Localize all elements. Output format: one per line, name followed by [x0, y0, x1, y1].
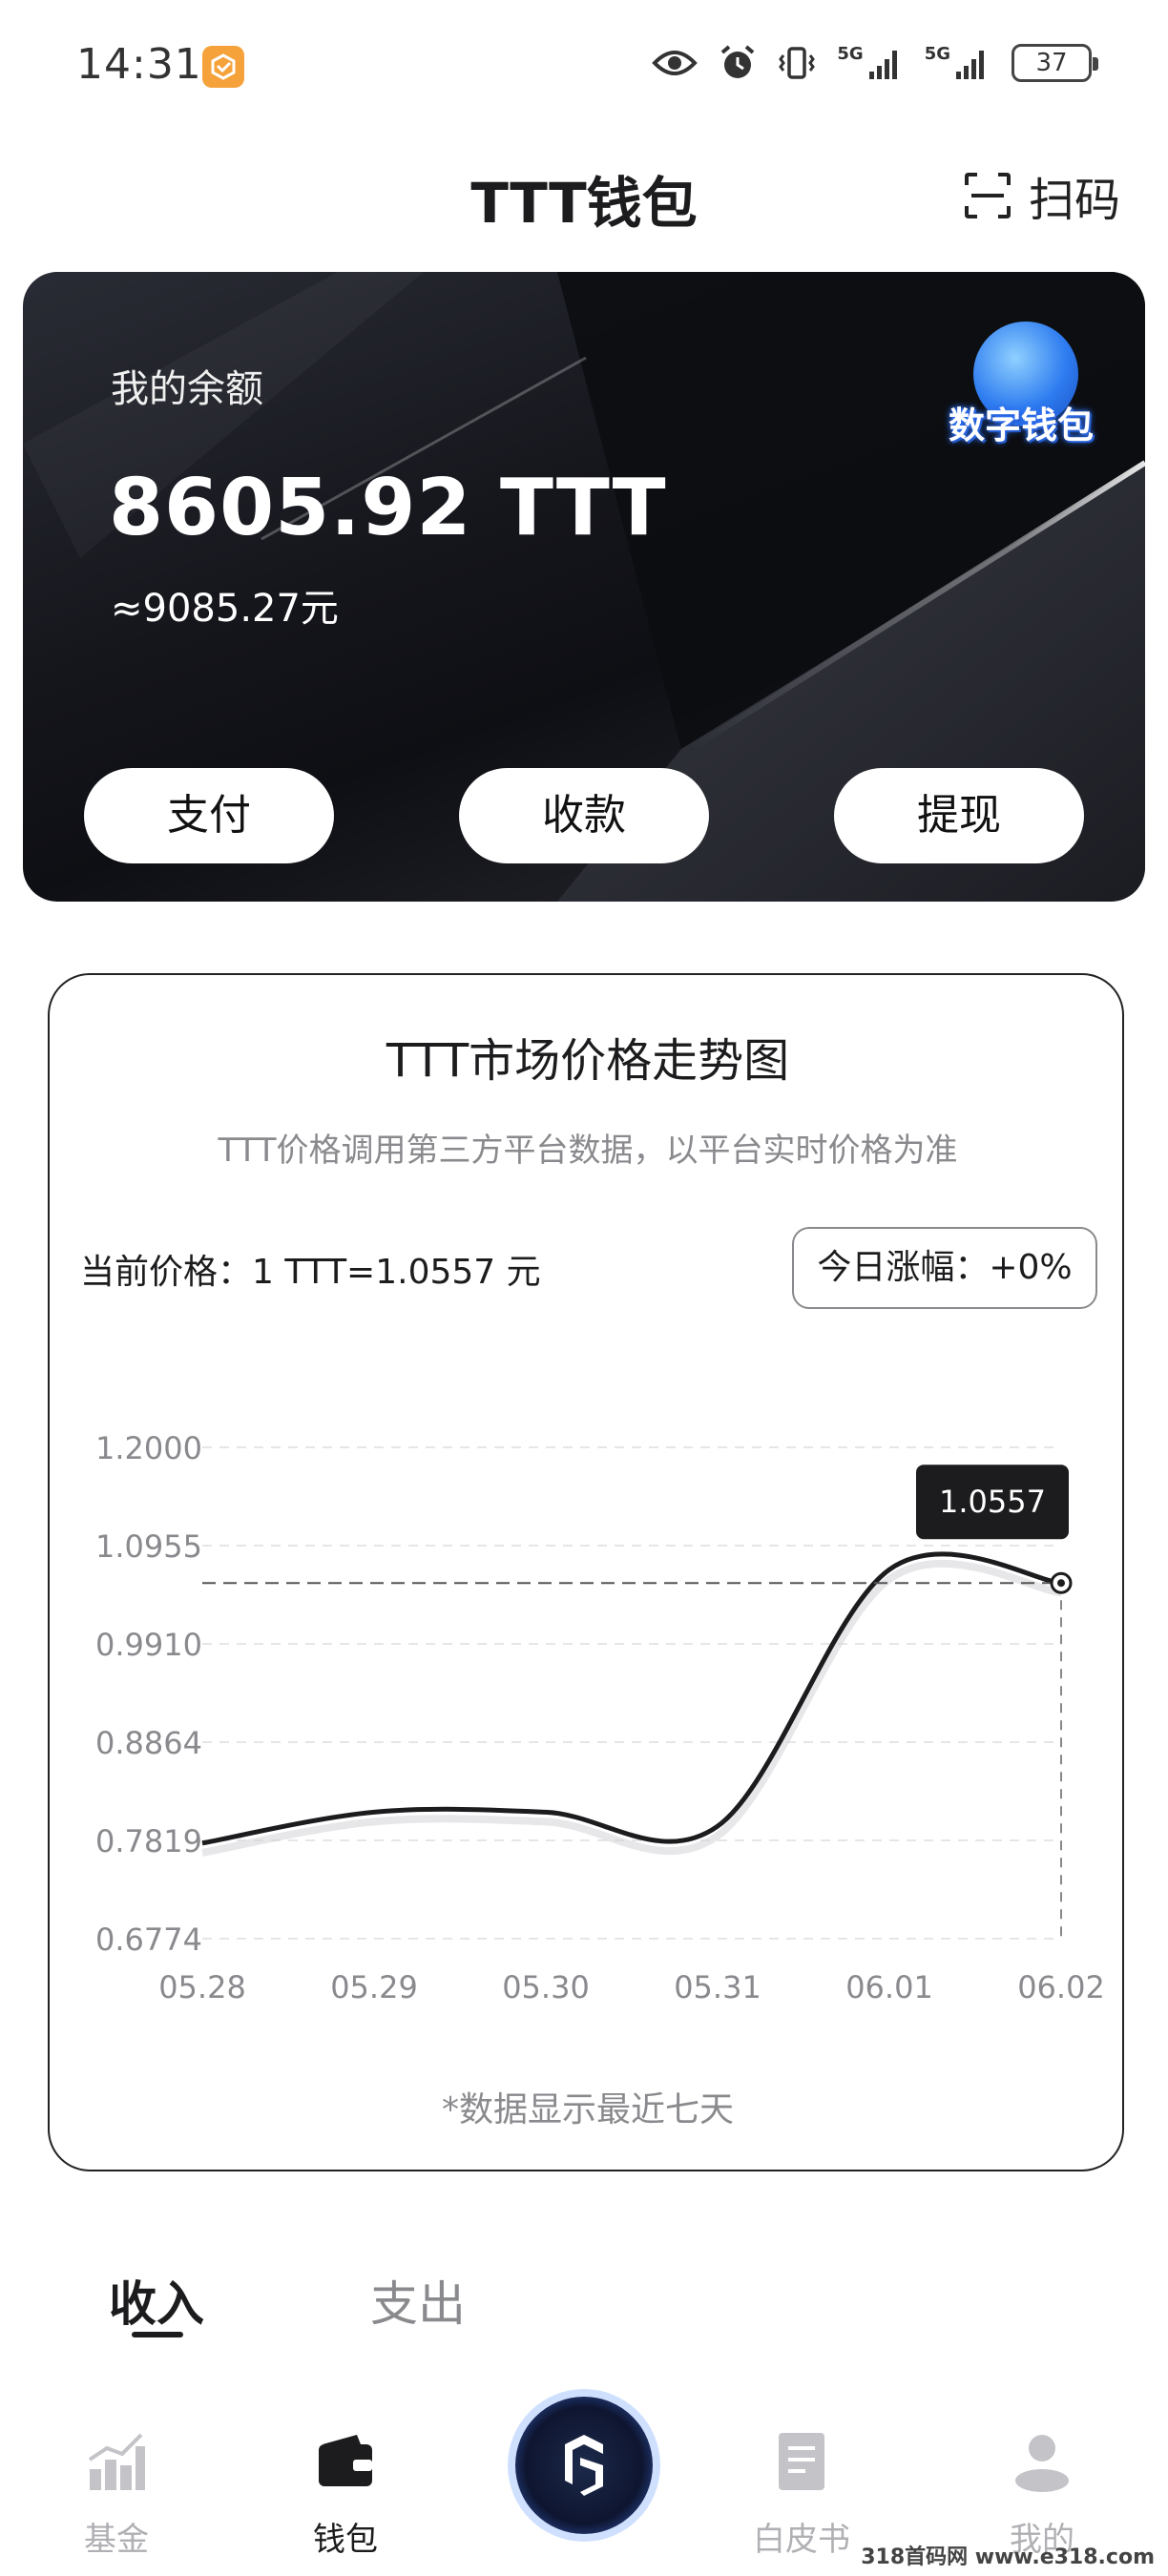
y-tick-label: 0.7819 — [95, 1823, 202, 1859]
notification-app-icon — [202, 46, 244, 88]
pay-button[interactable]: 支付 — [84, 768, 334, 863]
series-line — [201, 1551, 1062, 1846]
y-tick-label: 0.6774 — [95, 1922, 202, 1958]
receive-button[interactable]: 收款 — [459, 768, 709, 863]
watermark-text: 318首码网 www.e318.com — [861, 2545, 1155, 2569]
wallet-badge-label: 数字钱包 — [948, 405, 1094, 447]
eye-icon — [652, 51, 699, 75]
document-icon — [779, 2433, 824, 2490]
battery-indicator: 37 — [1012, 44, 1098, 82]
x-tick-label: 05.28 — [158, 1969, 246, 2005]
current-price: 当前价格：1 TTT=1.0557 元 — [80, 1253, 541, 1292]
vibrate-icon — [779, 47, 816, 79]
y-tick-label: 1.0955 — [95, 1528, 202, 1565]
highlight-point-center — [1057, 1579, 1065, 1588]
nav-label-fund: 基金 — [84, 2521, 149, 2559]
alarm-icon — [721, 45, 755, 78]
balance-card: 我的余额 8605.92 TTT ≈9085.27元 数字钱包 支付 收款 提现 — [23, 272, 1145, 902]
nav-item-fund[interactable]: 基金 — [40, 2414, 193, 2576]
user-icon — [1015, 2435, 1069, 2492]
daily-change-badge: 今日涨幅：+0% — [792, 1227, 1097, 1309]
status-time: 14:31 — [76, 40, 202, 89]
market-price-card: TTT市场价格走势图 TTT价格调用第三方平台数据，以平台实时价格为准 当前价格… — [48, 973, 1124, 2171]
y-tick-label: 1.2000 — [95, 1430, 202, 1466]
x-tick-label: 06.01 — [845, 1969, 933, 2005]
x-tick-label: 05.29 — [330, 1969, 418, 2005]
nav-label-whitepaper: 白皮书 — [753, 2521, 850, 2559]
nav-item-whitepaper[interactable]: 白皮书 — [725, 2414, 878, 2576]
series-line-shadow — [201, 1559, 1062, 1857]
status-bar: 14:31 5G 5G 37 — [0, 0, 1168, 134]
bottom-navigation: 基金 钱包 白皮书 我的 318首码网 www.e318.com — [0, 2397, 1168, 2576]
signal-1-label: 5G — [837, 43, 864, 64]
chart-subtitle: TTT价格调用第三方平台数据，以平台实时价格为准 — [218, 1132, 958, 1170]
balance-label: 我的余额 — [111, 367, 263, 411]
chart-bars-icon — [88, 2433, 145, 2490]
active-tab-indicator — [132, 2332, 183, 2337]
x-tick-label: 05.31 — [674, 1969, 761, 2005]
nav-label-wallet: 钱包 — [313, 2521, 378, 2559]
price-line-chart: 1.2000 1.0955 0.9910 0.8864 0.7819 0.6774 05.2… — [95, 1430, 1105, 2005]
tab-expense[interactable]: 支出 — [370, 2266, 466, 2335]
system-icons: 5G 5G 37 — [652, 42, 1098, 84]
signal-2-icon — [956, 51, 984, 79]
app-logo-icon — [565, 2435, 603, 2496]
price-tooltip-value: 1.0557 — [939, 1484, 1046, 1520]
scan-icon — [964, 173, 1011, 218]
scan-button[interactable]: 扫码 — [964, 162, 1120, 229]
scan-label: 扫码 — [1028, 174, 1120, 227]
x-tick-label: 05.30 — [502, 1969, 590, 2005]
x-tick-label: 06.02 — [1017, 1969, 1105, 2005]
balance-amount: 8605.92 TTT — [109, 463, 667, 553]
digital-wallet-badge: 数字钱包 — [926, 312, 1116, 474]
balance-fiat-value: ≈9085.27元 — [111, 587, 339, 631]
signal-1-icon — [868, 51, 897, 79]
nav-item-wallet[interactable]: 钱包 — [269, 2414, 422, 2576]
chart-title: TTT市场价格走势图 — [386, 1034, 790, 1088]
wallet-icon — [319, 2435, 372, 2486]
tab-income[interactable]: 收入 — [109, 2266, 204, 2335]
signal-2-label: 5G — [924, 43, 950, 64]
nav-center-logo-button[interactable] — [515, 2397, 653, 2534]
chart-note: *数据显示最近七天 — [441, 2090, 734, 2129]
y-tick-label: 0.9910 — [95, 1627, 202, 1663]
withdraw-button[interactable]: 提现 — [834, 768, 1084, 863]
y-tick-label: 0.8864 — [95, 1725, 202, 1761]
